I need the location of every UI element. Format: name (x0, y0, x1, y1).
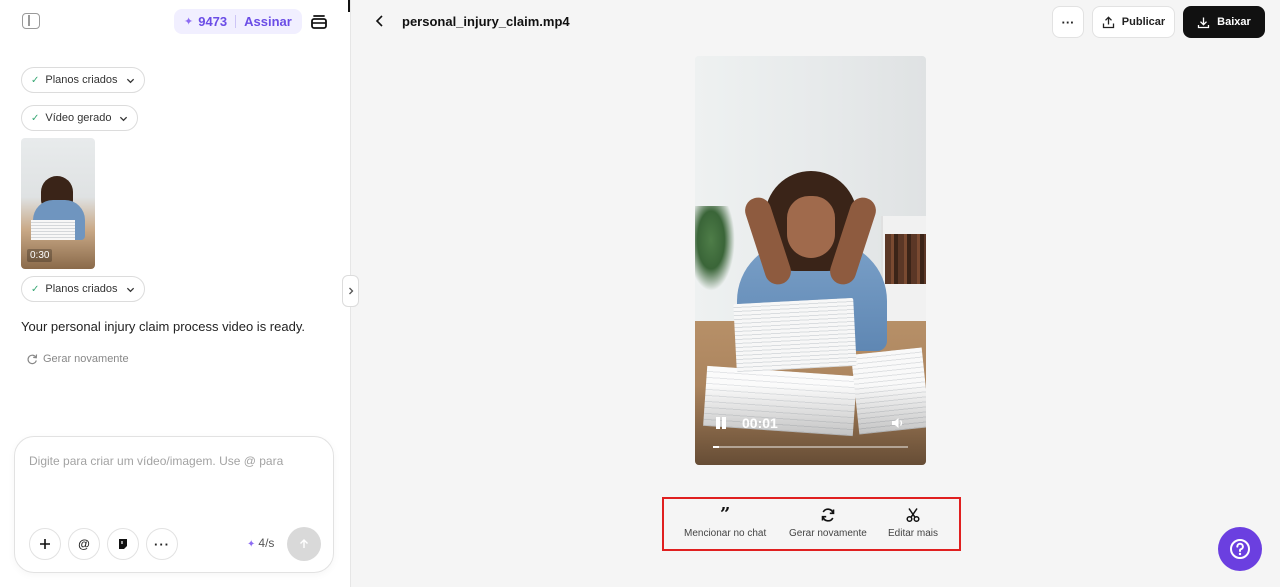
back-arrow-icon[interactable] (373, 14, 387, 28)
video-frame-face (787, 196, 835, 258)
prompt-composer: @ ··· ✦4/s (14, 436, 334, 573)
step-chip-label: Vídeo gerado (45, 112, 112, 124)
more-button[interactable]: ··· (1052, 6, 1084, 38)
chat-panel: ✦ 9473 Assinar ✓ Planos criados ✓ Vídeo … (0, 0, 351, 587)
video-frame-papers (733, 297, 857, 373)
stack-icon[interactable] (310, 12, 328, 30)
credits-pill: ✦ 9473 Assinar (174, 9, 302, 34)
playback-time: 00:01 (742, 415, 778, 431)
step-chip-video[interactable]: ✓ Vídeo gerado (21, 105, 139, 131)
sparkle-icon: ✦ (184, 16, 194, 28)
text-cursor (348, 0, 350, 12)
progress-fill (713, 446, 719, 448)
step-chip-label: Planos criados (45, 74, 118, 86)
check-icon: ✓ (31, 74, 40, 86)
prompt-input[interactable] (29, 454, 321, 524)
step-chip-plans-2[interactable]: ✓ Planos criados (21, 276, 145, 302)
ellipsis-icon: ··· (154, 536, 170, 552)
action-label: Gerar novamente (789, 528, 867, 539)
arrow-up-icon (300, 539, 308, 548)
thumbnail-duration: 0:30 (27, 249, 53, 262)
progress-bar[interactable] (713, 446, 908, 448)
template-button[interactable] (107, 528, 139, 560)
action-label: Editar mais (888, 528, 939, 539)
chevron-right-icon (348, 287, 353, 295)
credits-count: 9473 (198, 14, 228, 29)
step-chip-plans[interactable]: ✓ Planos criados (21, 67, 145, 93)
thumbnail-papers (31, 220, 75, 240)
at-icon: @ (78, 537, 90, 551)
chevron-down-icon (126, 287, 134, 292)
ellipsis-icon: ··· (1061, 14, 1075, 30)
help-icon (1230, 539, 1250, 559)
subscribe-link[interactable]: Assinar (244, 14, 292, 29)
refresh-icon (821, 508, 835, 522)
help-button[interactable] (1218, 527, 1262, 571)
panel-collapse-handle[interactable] (342, 275, 359, 307)
check-icon: ✓ (31, 283, 40, 295)
download-button[interactable]: Baixar (1183, 6, 1265, 38)
more-options-button[interactable]: ··· (146, 528, 178, 560)
pause-icon[interactable] (715, 417, 727, 429)
video-thumbnail[interactable]: 0:30 (21, 138, 95, 269)
upload-icon (1102, 15, 1114, 28)
generation-rate: ✦ 4/s (247, 536, 274, 550)
add-button[interactable] (29, 528, 61, 560)
chevron-down-icon (120, 116, 128, 121)
plus-icon (40, 539, 50, 549)
download-label: Baixar (1217, 16, 1251, 28)
publish-button[interactable]: Publicar (1092, 6, 1175, 38)
sidebar-toggle-icon[interactable] (22, 13, 40, 29)
video-frame-plant (695, 206, 735, 291)
regenerate-link[interactable]: Gerar novamente (26, 353, 129, 365)
rate-value: 4/s (258, 536, 275, 550)
refresh-icon (27, 354, 38, 365)
ready-message: Your personal injury claim process video… (21, 319, 305, 334)
check-icon: ✓ (31, 112, 40, 124)
edit-more-button[interactable]: Editar mais (888, 507, 938, 539)
publish-label: Publicar (1121, 16, 1166, 28)
quote-icon: ” (719, 504, 731, 525)
note-icon (119, 539, 127, 549)
action-label: Mencionar no chat (684, 528, 767, 539)
chevron-down-icon (126, 78, 134, 83)
regenerate-label: Gerar novamente (43, 353, 129, 365)
step-chip-label: Planos criados (45, 283, 118, 295)
mention-button[interactable]: @ (68, 528, 100, 560)
file-title: personal_injury_claim.mp4 (402, 14, 570, 29)
scissors-icon (906, 508, 920, 523)
volume-icon[interactable] (891, 417, 905, 429)
divider (235, 15, 237, 28)
download-icon (1198, 17, 1210, 28)
video-actions: ” Mencionar no chat Gerar novamente Edit… (662, 497, 961, 551)
regenerate-button[interactable]: Gerar novamente (789, 507, 867, 539)
mention-in-chat-button[interactable]: ” Mencionar no chat (684, 504, 767, 540)
video-player[interactable]: 00:01 (695, 56, 926, 465)
video-frame-books (885, 234, 926, 284)
sparkle-icon: ✦ (247, 539, 256, 550)
send-button[interactable] (287, 527, 321, 561)
